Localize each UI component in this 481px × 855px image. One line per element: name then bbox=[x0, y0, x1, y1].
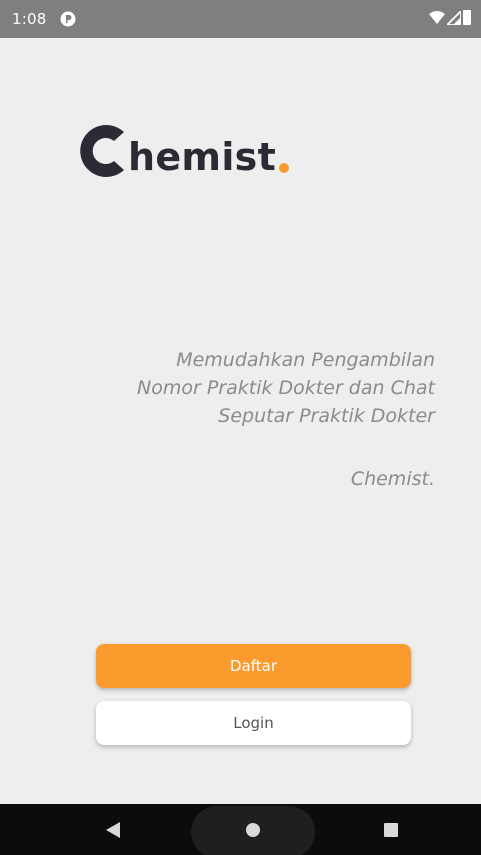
tagline-line-3: Seputar Praktik Dokter bbox=[218, 405, 435, 427]
logo-accent-dot bbox=[279, 163, 290, 173]
logo-c-mark bbox=[80, 125, 124, 177]
wifi-icon bbox=[429, 10, 445, 29]
tagline-line-2: Nomor Praktik Dokter dan Chat bbox=[137, 377, 435, 399]
recents-icon[interactable] bbox=[384, 823, 398, 837]
tagline-line-1: Memudahkan Pengambilan bbox=[176, 349, 435, 371]
status-bar: 1:08 bbox=[0, 0, 481, 38]
splash-screen: 1:08 hemist Memudahkan Pengambilan Nomor… bbox=[0, 0, 481, 855]
back-icon[interactable] bbox=[106, 822, 120, 838]
tagline-signature: Chemist. bbox=[350, 468, 435, 490]
app-notification-icon bbox=[60, 11, 76, 27]
logo-wordmark: hemist bbox=[128, 135, 277, 179]
battery-icon bbox=[463, 9, 471, 29]
tagline: Memudahkan Pengambilan Nomor Praktik Dok… bbox=[75, 346, 435, 430]
status-icons bbox=[429, 8, 471, 29]
status-time: 1:08 bbox=[12, 10, 47, 28]
daftar-button[interactable]: Daftar bbox=[96, 644, 411, 688]
login-button[interactable]: Login bbox=[96, 701, 411, 745]
chemist-logo: hemist bbox=[74, 112, 290, 182]
signal-icon bbox=[444, 8, 462, 29]
home-icon[interactable] bbox=[246, 823, 260, 837]
system-nav-bar bbox=[0, 804, 481, 855]
